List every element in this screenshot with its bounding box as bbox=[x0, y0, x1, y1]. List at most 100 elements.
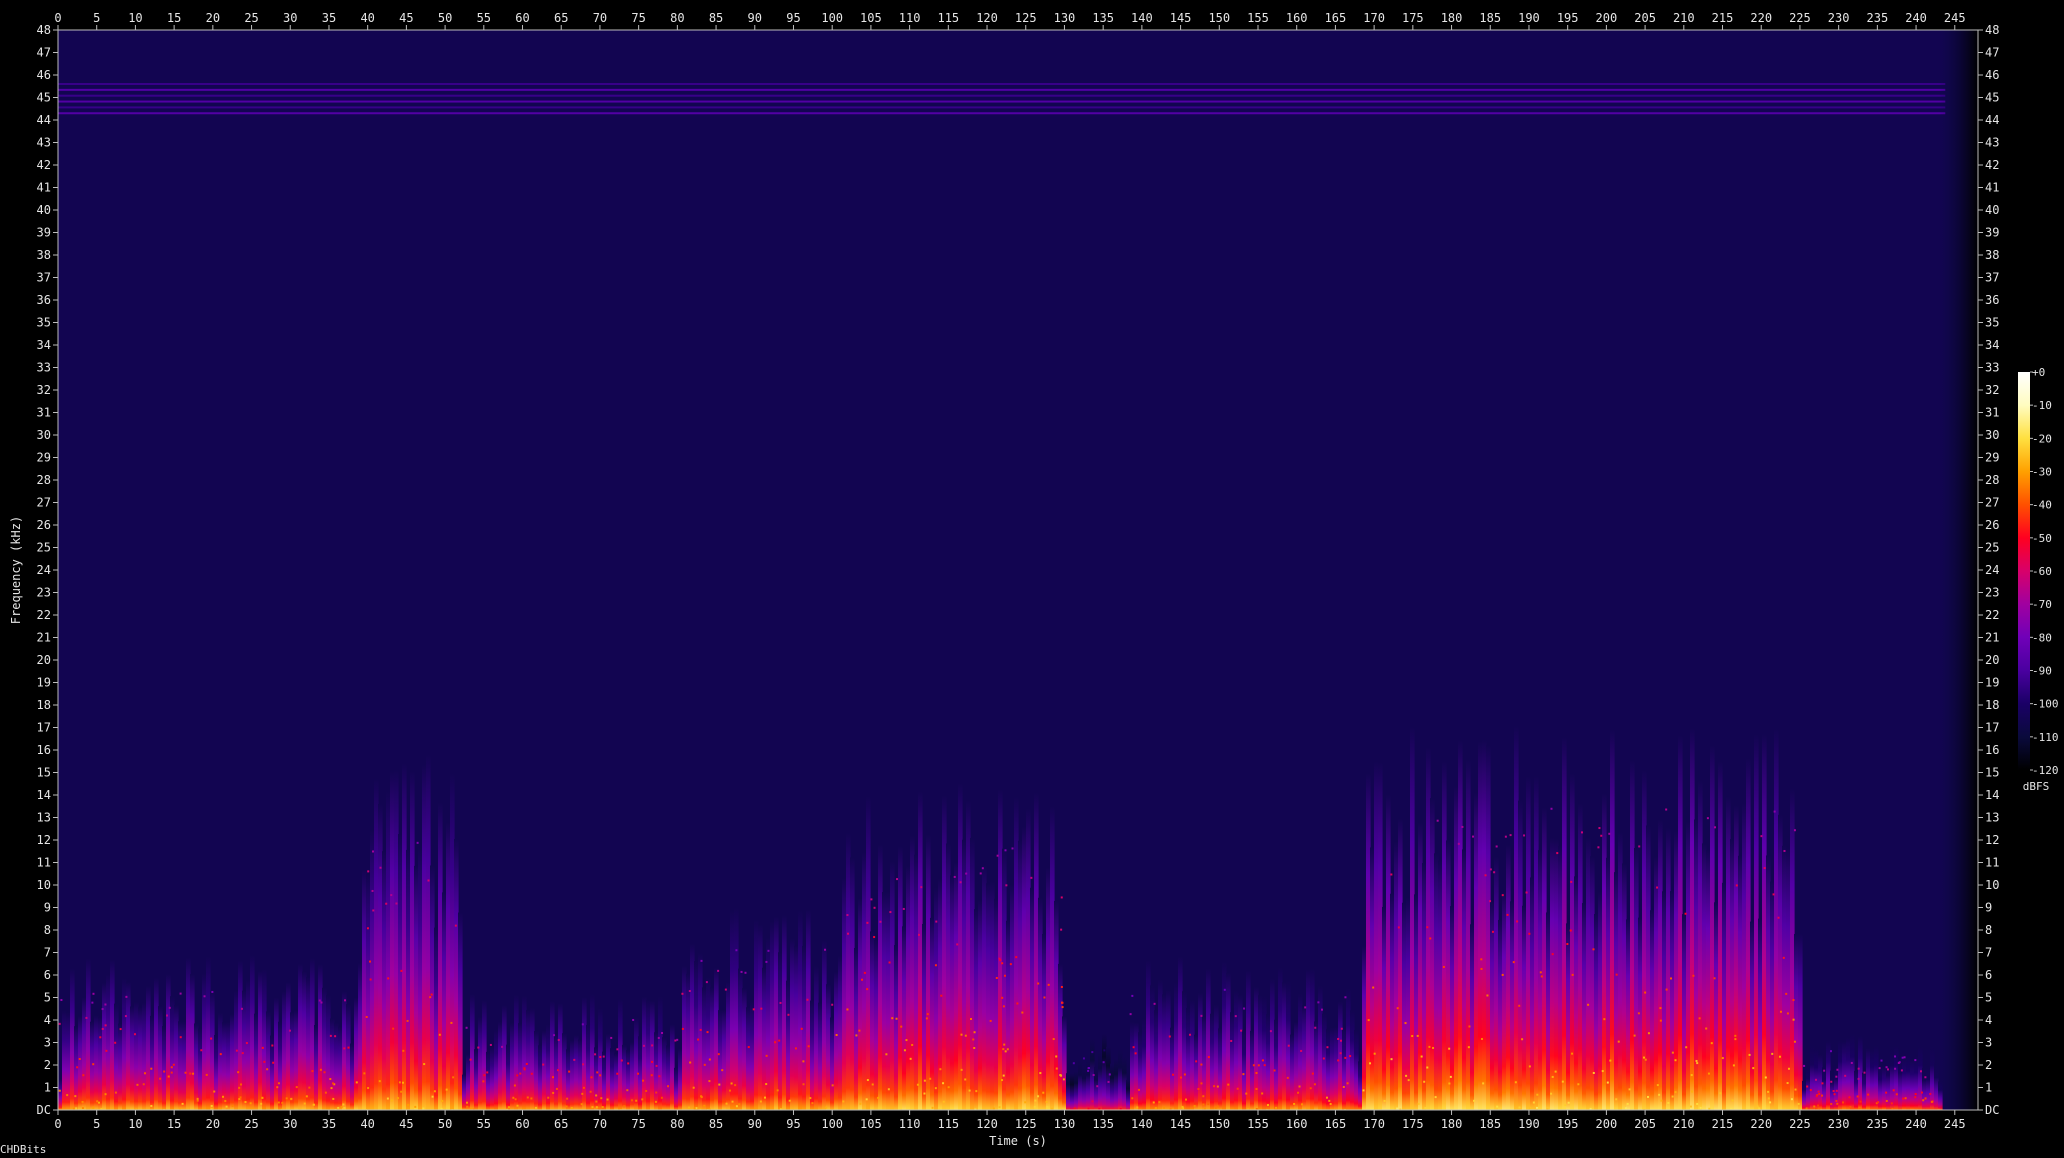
energy-speckle bbox=[387, 977, 390, 980]
energy-speckle bbox=[1472, 835, 1475, 838]
energy-speckle bbox=[272, 1061, 275, 1064]
energy-column bbox=[1454, 786, 1459, 1110]
energy-column bbox=[1166, 990, 1171, 1110]
energy-speckle bbox=[635, 1099, 638, 1102]
energy-column bbox=[1110, 1063, 1115, 1110]
energy-speckle bbox=[1858, 1106, 1861, 1109]
energy-column bbox=[282, 991, 287, 1110]
energy-speckle bbox=[1638, 845, 1641, 848]
energy-column bbox=[1822, 1067, 1827, 1110]
energy-column bbox=[842, 878, 847, 1110]
energy-speckle bbox=[1642, 1056, 1645, 1059]
x-tick-label: 165 bbox=[1325, 1117, 1347, 1131]
energy-column bbox=[1470, 924, 1475, 1110]
energy-speckle bbox=[891, 1017, 894, 1020]
energy-speckle bbox=[85, 1016, 88, 1019]
energy-speckle bbox=[731, 1100, 734, 1103]
energy-speckle bbox=[430, 993, 433, 996]
energy-speckle bbox=[1658, 1093, 1661, 1096]
energy-speckle bbox=[1313, 1083, 1316, 1086]
energy-speckle bbox=[911, 1043, 914, 1046]
energy-speckle bbox=[1764, 1076, 1767, 1079]
energy-speckle bbox=[1665, 988, 1668, 991]
plot-area bbox=[58, 30, 1978, 1110]
energy-column bbox=[1330, 1027, 1335, 1110]
x-tick-label: 175 bbox=[1402, 1117, 1424, 1131]
energy-column bbox=[1370, 847, 1375, 1110]
energy-speckle bbox=[1817, 1104, 1820, 1107]
energy-column bbox=[894, 945, 899, 1110]
tone-band-line bbox=[58, 100, 1946, 103]
energy-column bbox=[1362, 945, 1367, 1110]
energy-speckle bbox=[1320, 1008, 1323, 1011]
energy-column bbox=[998, 789, 1003, 1110]
energy-speckle bbox=[159, 1077, 162, 1080]
energy-speckle bbox=[1103, 1049, 1106, 1052]
x-tick-label: 165 bbox=[1325, 11, 1347, 25]
energy-speckle bbox=[831, 1003, 834, 1006]
energy-column bbox=[882, 892, 887, 1110]
energy-speckle bbox=[1082, 1057, 1085, 1060]
colorbar-unit-label: dBFS bbox=[2023, 780, 2050, 793]
energy-speckle bbox=[606, 1098, 609, 1101]
y-tick-label: 12 bbox=[37, 833, 51, 847]
y-tick-label: 2 bbox=[1985, 1058, 1992, 1072]
energy-speckle bbox=[1885, 1091, 1888, 1094]
energy-column bbox=[1782, 845, 1787, 1110]
energy-column bbox=[458, 912, 463, 1110]
energy-speckle bbox=[1644, 1058, 1647, 1061]
energy-column bbox=[526, 1010, 531, 1110]
energy-speckle bbox=[1920, 1091, 1923, 1094]
energy-column bbox=[1506, 845, 1511, 1110]
energy-speckle bbox=[75, 1107, 78, 1110]
energy-column bbox=[1254, 986, 1259, 1110]
energy-column bbox=[570, 1040, 575, 1110]
energy-column bbox=[574, 1035, 579, 1110]
energy-column bbox=[1118, 1049, 1123, 1110]
energy-speckle bbox=[1628, 1088, 1631, 1091]
y-tick-label: 29 bbox=[1985, 451, 1999, 465]
energy-column bbox=[258, 971, 263, 1110]
energy-speckle bbox=[1857, 1077, 1860, 1080]
energy-speckle bbox=[925, 1017, 928, 1020]
energy-speckle bbox=[895, 1017, 898, 1020]
energy-column bbox=[1478, 741, 1483, 1110]
energy-speckle bbox=[655, 1091, 658, 1094]
energy-column bbox=[982, 865, 987, 1110]
energy-speckle bbox=[371, 889, 374, 892]
energy-speckle bbox=[1329, 1102, 1332, 1105]
energy-speckle bbox=[1580, 831, 1583, 834]
energy-speckle bbox=[1420, 1055, 1423, 1058]
energy-speckle bbox=[847, 932, 850, 935]
energy-speckle bbox=[1564, 1103, 1567, 1106]
energy-speckle bbox=[224, 1100, 227, 1103]
energy-column bbox=[1778, 814, 1783, 1110]
energy-speckle bbox=[689, 1061, 692, 1064]
energy-column bbox=[1854, 1070, 1859, 1110]
y-tick-label: 33 bbox=[1985, 361, 1999, 375]
energy-speckle bbox=[477, 1046, 480, 1049]
energy-speckle bbox=[1300, 1103, 1303, 1106]
y-tick-label: 40 bbox=[37, 203, 51, 217]
energy-speckle bbox=[244, 1101, 247, 1104]
energy-speckle bbox=[708, 1080, 711, 1083]
energy-speckle bbox=[1767, 1090, 1770, 1093]
energy-column bbox=[1858, 1036, 1863, 1110]
y-tick-label: 29 bbox=[37, 451, 51, 465]
energy-speckle bbox=[308, 1086, 311, 1089]
energy-speckle bbox=[1197, 1087, 1200, 1090]
energy-speckle bbox=[1706, 817, 1709, 820]
energy-speckle bbox=[705, 981, 708, 984]
energy-speckle bbox=[738, 1103, 741, 1106]
energy-speckle bbox=[1340, 1027, 1343, 1030]
energy-speckle bbox=[1919, 1070, 1922, 1073]
energy-speckle bbox=[1817, 1090, 1820, 1093]
y-tick-label: 26 bbox=[1985, 518, 1999, 532]
energy-speckle bbox=[1850, 1061, 1853, 1064]
energy-speckle bbox=[98, 1101, 101, 1104]
y-tick-label: 1 bbox=[1985, 1081, 1992, 1095]
energy-speckle bbox=[1501, 973, 1504, 976]
energy-speckle bbox=[1674, 1091, 1677, 1094]
energy-speckle bbox=[1138, 1088, 1141, 1091]
energy-speckle bbox=[1480, 967, 1483, 970]
